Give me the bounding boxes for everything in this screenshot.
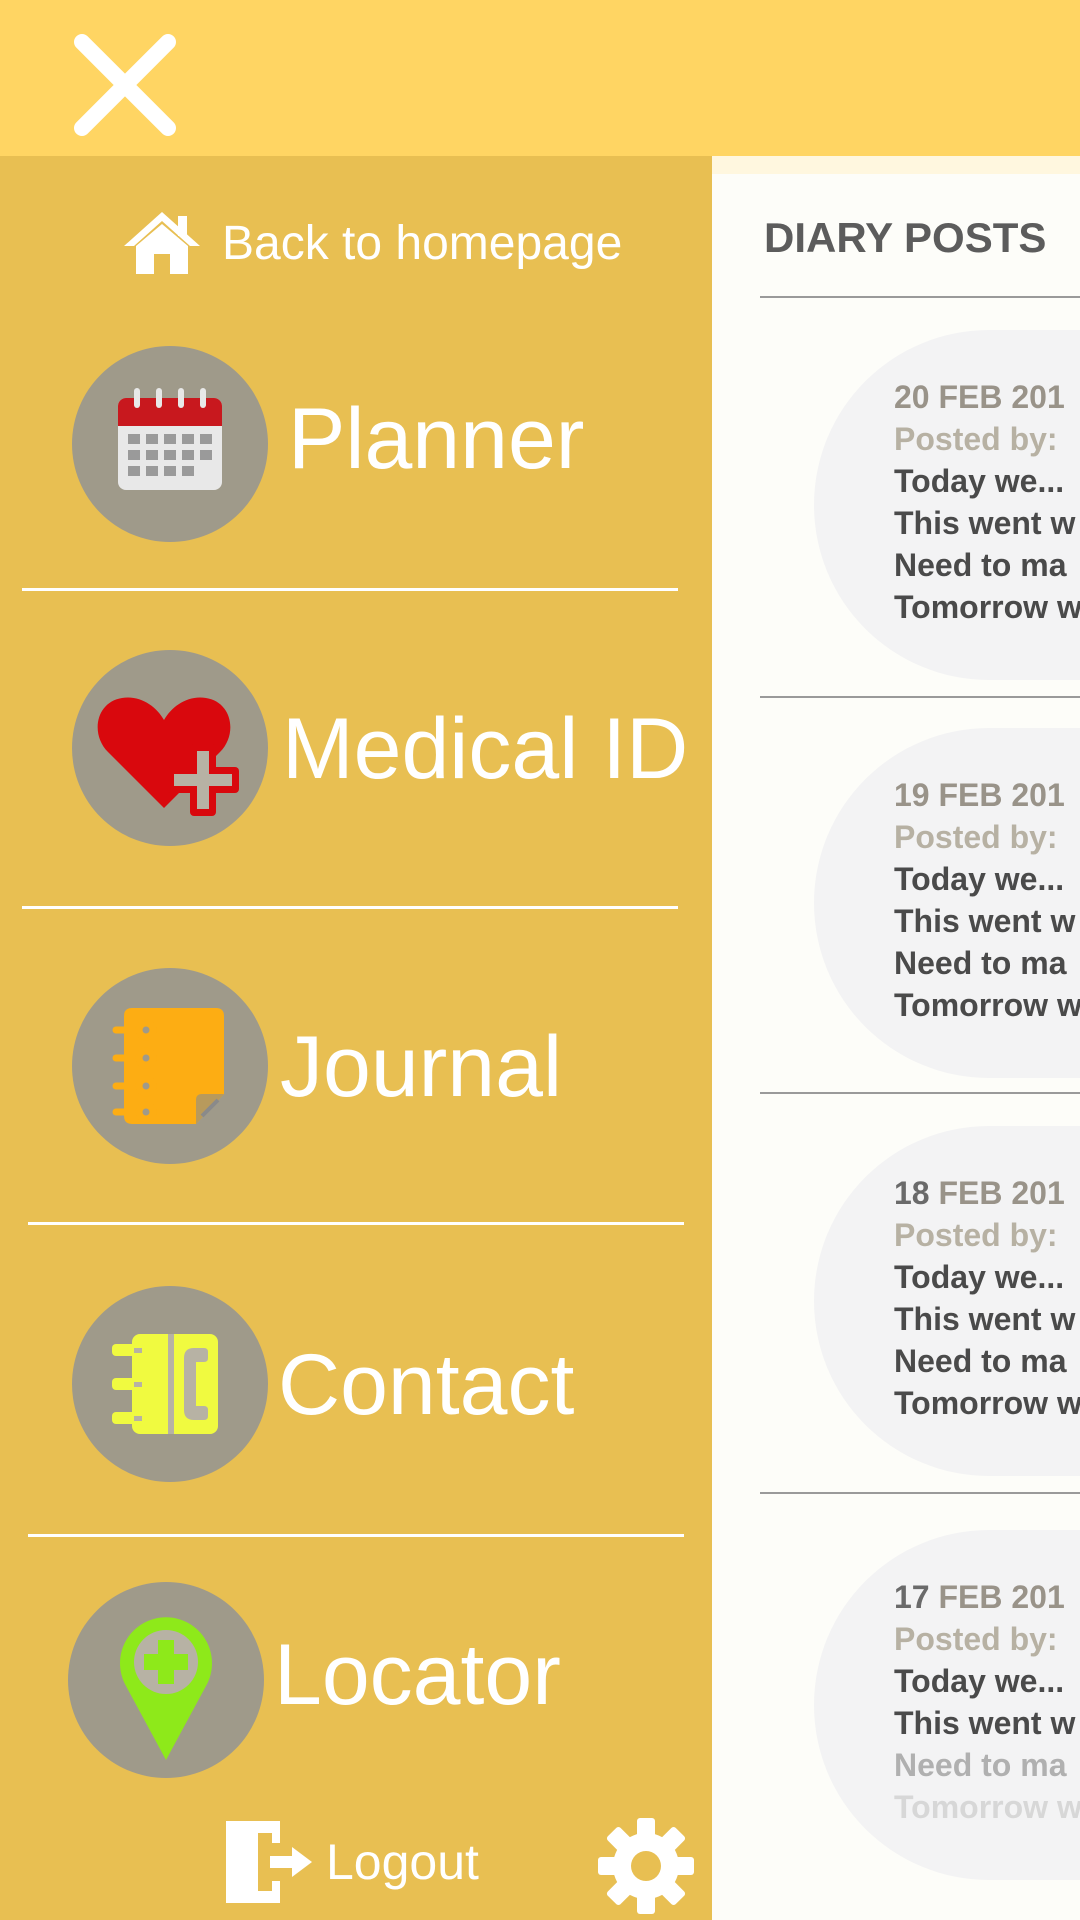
divider — [760, 1492, 1080, 1494]
menu-item-contact[interactable]: Contact — [0, 1286, 712, 1486]
post-date: 17 FEB 201 — [894, 1579, 1065, 1615]
menu-divider — [28, 1534, 684, 1537]
post-line: Need to ma — [894, 1343, 1067, 1379]
post-line: Need to ma — [894, 547, 1067, 583]
gear-icon[interactable] — [596, 1816, 696, 1916]
notebook-icon — [112, 1008, 224, 1124]
diary-post-card[interactable]: 18 FEB 201 Posted by: Today we... This w… — [814, 1126, 1080, 1476]
medical-id-icon-circle — [72, 650, 268, 846]
menu-divider — [22, 906, 678, 909]
divider — [760, 1092, 1080, 1094]
journal-icon-circle — [72, 968, 268, 1164]
post-date: 19 FEB 201 — [894, 777, 1065, 813]
menu-divider — [22, 588, 678, 591]
logout-label: Logout — [326, 1834, 479, 1890]
divider — [760, 696, 1080, 698]
locator-icon-circle — [68, 1582, 264, 1778]
post-line: Today we... — [894, 861, 1065, 897]
medical-heart-icon — [97, 697, 239, 816]
menu-divider — [28, 1222, 684, 1225]
menu-item-planner[interactable]: Planner — [0, 346, 712, 546]
map-pin-plus-icon — [120, 1617, 212, 1760]
post-date: 20 FEB 201 — [894, 379, 1065, 415]
diary-post-card[interactable]: 19 FEB 201 Posted by: Today we... This w… — [814, 728, 1080, 1078]
post-line: Need to ma — [894, 1747, 1067, 1783]
post-line: Need to ma — [894, 945, 1067, 981]
post-line: Tomorrow w — [894, 1789, 1080, 1825]
calendar-icon — [118, 388, 222, 490]
logout-icon — [226, 1821, 312, 1903]
post-line: This went w — [894, 505, 1076, 541]
menu-item-label: Contact — [278, 1337, 575, 1433]
post-line: Today we... — [894, 1259, 1065, 1295]
navigation-drawer: Back to homepage Planner Medical ID Jour… — [0, 156, 712, 1920]
back-to-homepage-link[interactable]: Back to homepage — [122, 208, 622, 278]
menu-item-locator[interactable]: Locator — [0, 1582, 712, 1782]
menu-item-label: Planner — [288, 391, 585, 487]
page-title: DIARY POSTS — [764, 214, 1047, 261]
post-author-label: Posted by: — [894, 819, 1058, 855]
menu-item-label: Locator — [274, 1627, 561, 1723]
close-icon[interactable] — [70, 30, 180, 140]
post-line: This went w — [894, 903, 1076, 939]
post-date: 18 FEB 201 — [894, 1175, 1065, 1211]
post-author-label: Posted by: — [894, 421, 1058, 457]
post-line: Tomorrow w — [894, 987, 1080, 1023]
post-author-label: Posted by: — [894, 1217, 1058, 1253]
menu-item-journal[interactable]: Journal — [0, 968, 712, 1168]
menu-item-label: Medical ID — [282, 701, 689, 797]
menu-item-label: Journal — [280, 1019, 563, 1115]
home-icon — [124, 212, 200, 274]
divider — [760, 296, 1080, 298]
post-line: Tomorrow w — [894, 589, 1080, 625]
post-line: Tomorrow w — [894, 1385, 1080, 1421]
post-line: This went w — [894, 1301, 1076, 1337]
app-screen: DIARY POSTS 20 FEB 201 Posted by: Today … — [0, 0, 1080, 1920]
top-bar — [0, 0, 1080, 156]
post-line: Today we... — [894, 1663, 1065, 1699]
post-line: Today we... — [894, 463, 1065, 499]
contact-book-icon — [112, 1334, 218, 1434]
diary-post-card[interactable]: 17 FEB 201 Posted by: Today we... This w… — [814, 1530, 1080, 1880]
back-to-homepage-label: Back to homepage — [222, 216, 623, 270]
post-line: This went w — [894, 1705, 1076, 1741]
post-author-label: Posted by: — [894, 1621, 1058, 1657]
diary-post-card[interactable]: 20 FEB 201 Posted by: Today we... This w… — [814, 330, 1080, 680]
logout-button[interactable]: Logout — [222, 1816, 479, 1908]
diary-posts-panel: DIARY POSTS 20 FEB 201 Posted by: Today … — [712, 156, 1080, 1920]
menu-item-medical-id[interactable]: Medical ID — [0, 650, 712, 850]
planner-icon-circle — [72, 346, 268, 542]
contact-icon-circle — [72, 1286, 268, 1482]
